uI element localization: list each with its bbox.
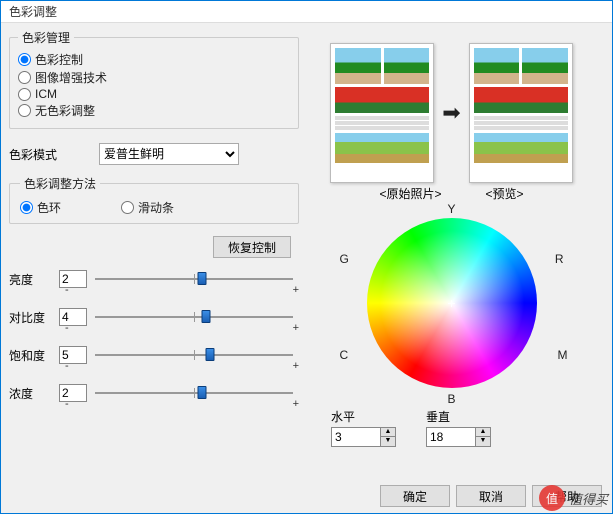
preview-thumb <box>469 43 573 183</box>
color-wheel-area: + Y R M B C G <box>342 204 562 404</box>
color-mode-label: 色彩模式 <box>9 146 99 163</box>
wheel-label-g: G <box>340 252 349 266</box>
cancel-button[interactable]: 取消 <box>456 485 526 507</box>
brightness-row: 亮度 -+ <box>9 270 299 288</box>
radio-color-ring-input[interactable] <box>20 201 33 214</box>
radio-slider-method[interactable]: 滑动条 <box>121 199 174 216</box>
color-mode-select[interactable]: 爱普生鲜明 <box>99 143 239 165</box>
color-adjust-dialog: 色彩调整 色彩管理 色彩控制 图像增强技术 ICM <box>0 0 613 514</box>
wheel-crosshair-icon: + <box>447 295 455 311</box>
density-label: 浓度 <box>9 385 59 402</box>
color-management-legend: 色彩管理 <box>18 29 74 46</box>
brightness-label: 亮度 <box>9 271 59 288</box>
contrast-row: 对比度 -+ <box>9 308 299 326</box>
footer-buttons: 确定 取消 帮助 <box>380 485 602 507</box>
window-title: 色彩调整 <box>9 5 57 19</box>
color-mode-row: 色彩模式 爱普生鲜明 <box>9 143 299 165</box>
title-bar: 色彩调整 <box>1 1 612 23</box>
v-down-icon[interactable]: ▼ <box>476 437 490 446</box>
wheel-label-b: B <box>447 392 455 406</box>
radio-color-ring[interactable]: 色环 <box>20 199 61 216</box>
ok-button[interactable]: 确定 <box>380 485 450 507</box>
horizontal-label: 水平 <box>331 408 396 425</box>
restore-button[interactable]: 恢复控制 <box>213 236 291 258</box>
density-slider[interactable] <box>95 386 293 400</box>
density-row: 浓度 -+ <box>9 384 299 402</box>
original-caption: <原始照片> <box>379 185 441 202</box>
radio-image-enhance[interactable]: 图像增强技术 <box>18 69 290 86</box>
contrast-slider[interactable] <box>95 310 293 324</box>
hv-row: 水平 ▲▼ 垂直 ▲▼ <box>303 408 600 447</box>
wheel-label-y: Y <box>447 202 455 216</box>
horizontal-input[interactable] <box>331 427 381 447</box>
left-column: 色彩管理 色彩控制 图像增强技术 ICM 无色 <box>9 27 299 469</box>
brightness-input[interactable] <box>59 270 87 288</box>
radio-icm-input[interactable] <box>18 88 31 101</box>
adjust-method-group: 色彩调整方法 色环 滑动条 <box>9 175 299 224</box>
preview-caption: <预览> <box>486 185 524 202</box>
saturation-row: 饱和度 -+ <box>9 346 299 364</box>
horizontal-spinner[interactable]: ▲▼ <box>331 427 396 447</box>
wheel-label-r: R <box>555 252 564 266</box>
contrast-label: 对比度 <box>9 309 59 326</box>
adjust-method-legend: 色彩调整方法 <box>20 175 100 192</box>
vertical-input[interactable] <box>426 427 476 447</box>
saturation-slider[interactable] <box>95 348 293 362</box>
vertical-spinner[interactable]: ▲▼ <box>426 427 491 447</box>
v-up-icon[interactable]: ▲ <box>476 428 490 437</box>
arrow-icon: ➡ <box>442 100 460 126</box>
right-column: ➡ <原始照片> <预览> + Y <box>299 27 604 469</box>
radio-no-adjust[interactable]: 无色彩调整 <box>18 102 290 119</box>
radio-slider-method-input[interactable] <box>121 201 134 214</box>
dialog-body: 色彩管理 色彩控制 图像增强技术 ICM 无色 <box>1 23 612 477</box>
radio-icm[interactable]: ICM <box>18 87 290 101</box>
h-up-icon[interactable]: ▲ <box>381 428 395 437</box>
radio-no-adjust-input[interactable] <box>18 104 31 117</box>
help-button[interactable]: 帮助 <box>532 485 602 507</box>
contrast-input[interactable] <box>59 308 87 326</box>
brightness-slider[interactable] <box>95 272 293 286</box>
wheel-label-c: C <box>340 348 349 362</box>
color-management-group: 色彩管理 色彩控制 图像增强技术 ICM 无色 <box>9 29 299 129</box>
density-input[interactable] <box>59 384 87 402</box>
saturation-label: 饱和度 <box>9 347 59 364</box>
radio-color-control-input[interactable] <box>18 53 31 66</box>
radio-color-control[interactable]: 色彩控制 <box>18 51 290 68</box>
preview-row: ➡ <box>303 43 600 183</box>
color-wheel[interactable]: + <box>367 218 537 388</box>
original-thumb <box>330 43 434 183</box>
vertical-label: 垂直 <box>426 408 491 425</box>
h-down-icon[interactable]: ▼ <box>381 437 395 446</box>
wheel-label-m: M <box>558 348 568 362</box>
saturation-input[interactable] <box>59 346 87 364</box>
radio-image-enhance-input[interactable] <box>18 71 31 84</box>
